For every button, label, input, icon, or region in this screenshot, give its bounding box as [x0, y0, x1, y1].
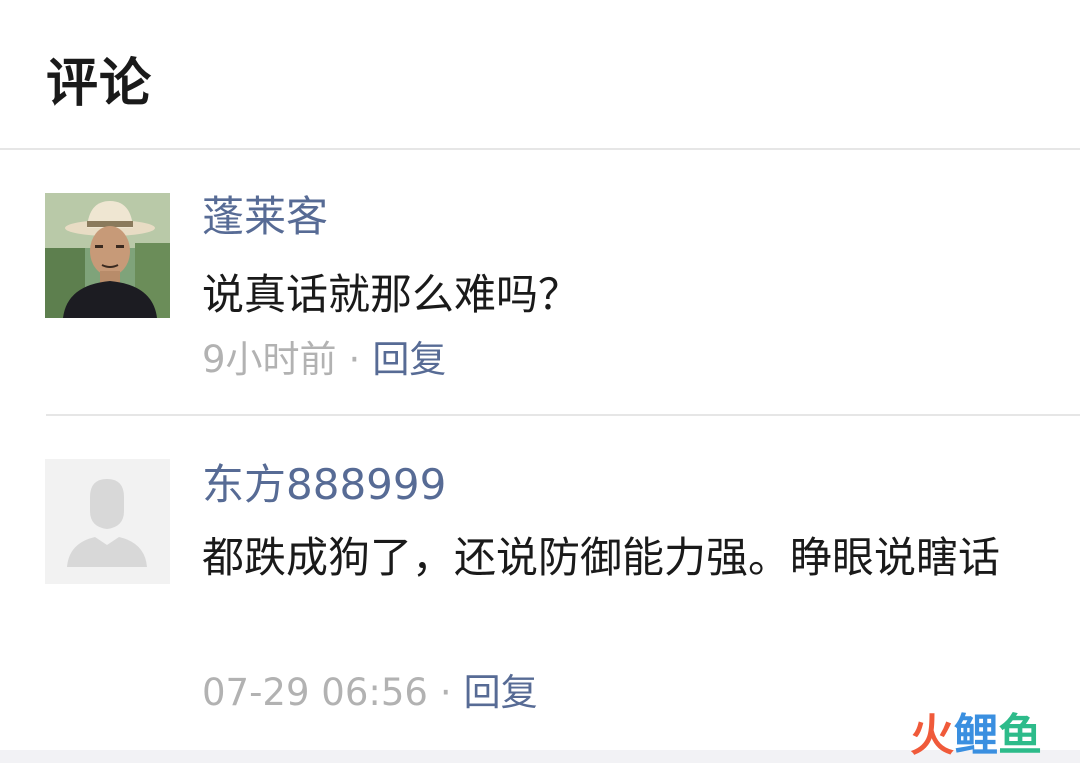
watermark-char: 火 [910, 710, 954, 761]
comments-title: 评论 [46, 54, 153, 114]
user-photo-avatar-icon [45, 193, 170, 318]
meta-separator: · [439, 671, 452, 714]
comment-nickname[interactable]: 东方888999 [202, 464, 446, 506]
comments-page: 评论 蓬莱客 说真话就那么难吗？ 9小时前 · 回复 东方888999 都跌成狗… [0, 0, 1080, 763]
meta-separator: · [348, 338, 361, 381]
avatar[interactable] [45, 459, 170, 584]
comment-item: 蓬莱客 说真话就那么难吗？ 9小时前 · 回复 [0, 150, 1080, 414]
comment-time: 9小时前 [202, 338, 337, 381]
reply-button[interactable]: 回复 [372, 338, 446, 381]
watermark-char: 鱼 [998, 710, 1042, 761]
comment-content: 都跌成狗了，还说防御能力强。睁眼说瞎话 [202, 533, 1001, 582]
comment-time: 07-29 06:56 [202, 671, 428, 714]
comment-item: 东方888999 都跌成狗了，还说防御能力强。睁眼说瞎话 07-29 06:56… [0, 416, 1080, 750]
comment-nickname[interactable]: 蓬莱客 [202, 196, 328, 238]
comment-meta: 9小时前 · 回复 [202, 341, 446, 378]
default-avatar-icon [45, 459, 170, 584]
comment-meta: 07-29 06:56 · 回复 [202, 674, 538, 711]
comments-header: 评论 [0, 0, 1080, 150]
watermark-char: 鲤 [954, 710, 998, 761]
avatar[interactable] [45, 193, 170, 318]
watermark-logo: 火 鲤 鱼 [910, 712, 1042, 760]
comment-content: 说真话就那么难吗？ [202, 270, 581, 319]
reply-button[interactable]: 回复 [464, 671, 538, 714]
